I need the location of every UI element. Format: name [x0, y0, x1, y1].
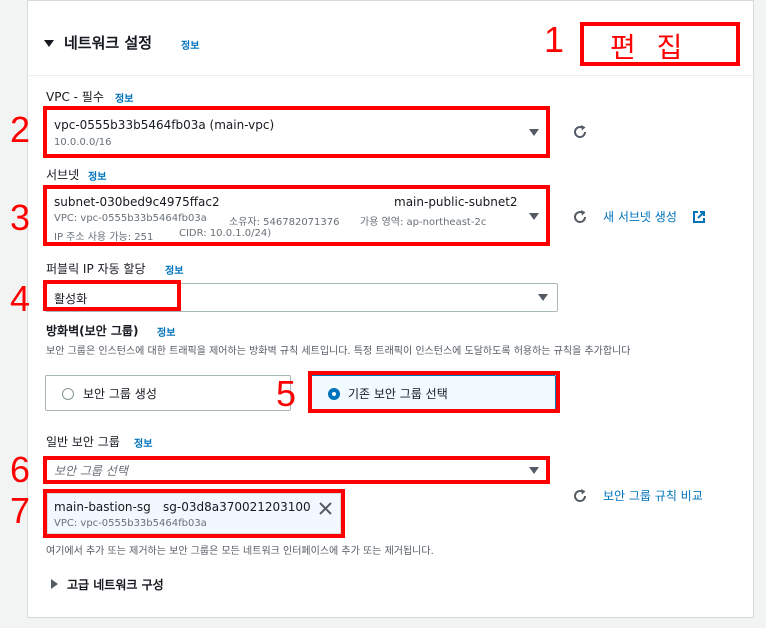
refresh-icon[interactable] [571, 487, 589, 505]
security-groups-label: 일반 보안 그룹 [46, 435, 120, 449]
annotation-number-3: 3 [10, 197, 31, 238]
collapse-caret-icon[interactable] [44, 40, 54, 47]
public-ip-info-link[interactable]: 정보 [165, 262, 183, 277]
create-subnet-link[interactable]: 새 서브넷 생성 [603, 208, 677, 225]
external-link-icon [693, 211, 705, 223]
subnet-info-link[interactable]: 정보 [88, 168, 106, 183]
refresh-icon[interactable] [571, 208, 589, 226]
annotation-box-5 [308, 371, 560, 413]
chevron-down-icon [538, 294, 548, 301]
annotation-number-4: 4 [10, 278, 31, 319]
annotation-number-5: 5 [276, 373, 297, 414]
security-groups-info-link[interactable]: 정보 [134, 435, 152, 450]
security-groups-footer-note: 여기에서 추가 또는 제거하는 보안 그룹은 모든 네트워크 인터페이스에 추가… [46, 546, 434, 557]
annotation-number-7: 7 [10, 490, 31, 531]
caret-right-icon[interactable] [51, 579, 58, 589]
subnet-label: 서브넷 [46, 168, 80, 182]
firewall-description: 보안 그룹은 인스턴스에 대한 트래픽을 제어하는 방화벽 규칙 세트입니다. … [46, 346, 631, 357]
radio-create-security-group[interactable]: 보안 그룹 생성 [45, 375, 291, 411]
radio-create-label: 보안 그룹 생성 [83, 387, 157, 401]
annotation-box-6 [43, 456, 550, 484]
annotation-box-7 [43, 489, 345, 538]
edit-button-label: 편 집 [610, 31, 689, 64]
public-ip-label: 퍼블릭 IP 자동 할당 [46, 262, 146, 276]
firewall-info-link[interactable]: 정보 [157, 324, 175, 339]
compare-rules-link[interactable]: 보안 그룹 규칙 비교 [603, 487, 703, 504]
radio-button[interactable] [62, 388, 74, 400]
annotation-box-2 [43, 106, 550, 158]
firewall-label: 방화벽(보안 그룹) [46, 324, 139, 338]
header-divider [27, 75, 754, 76]
annotation-number-6: 6 [10, 449, 31, 490]
advanced-network-config[interactable]: 고급 네트워크 구성 [67, 576, 164, 593]
vpc-info-link[interactable]: 정보 [115, 90, 133, 105]
section-title: 네트워크 설정 [64, 34, 153, 52]
refresh-icon[interactable] [571, 123, 589, 141]
edit-button[interactable]: 편 집 [580, 22, 740, 66]
annotation-box-3 [43, 185, 550, 246]
annotation-number-2: 2 [10, 109, 31, 150]
section-info-link[interactable]: 정보 [181, 37, 199, 52]
annotation-number-1: 1 [544, 19, 565, 60]
annotation-box-4 [43, 280, 181, 311]
vpc-label: VPC - 필수 [46, 90, 104, 104]
